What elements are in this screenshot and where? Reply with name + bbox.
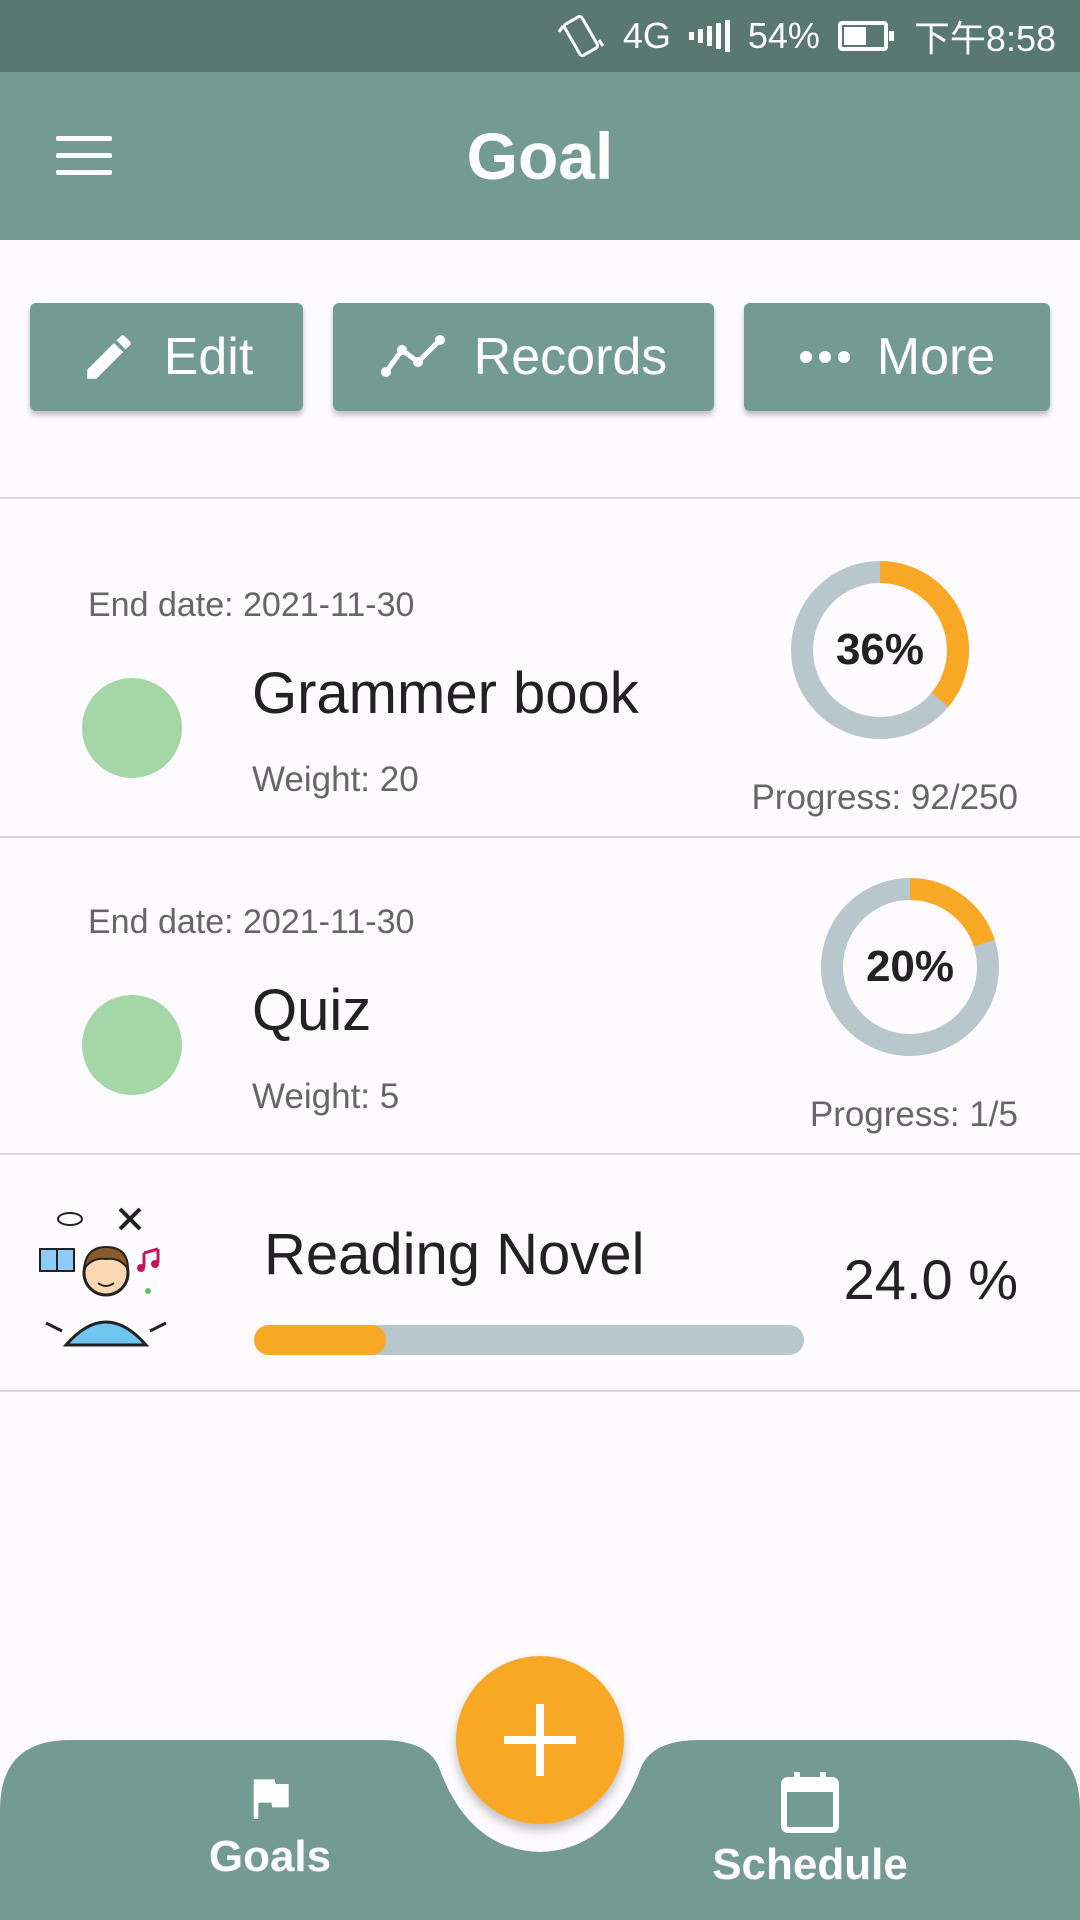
- more-label: More: [876, 328, 996, 386]
- clock: 下午8:58: [913, 18, 1056, 59]
- menu-icon[interactable]: [56, 136, 112, 176]
- battery-icon: [837, 21, 894, 51]
- edit-label: Edit: [163, 328, 254, 386]
- person-hobbies-illustration: [39, 1207, 167, 1347]
- app-bar: Goal: [0, 72, 1080, 240]
- divider: [0, 497, 1080, 499]
- action-bar: Edit Records More: [0, 303, 1080, 411]
- goal-name: Quiz: [252, 978, 372, 1043]
- signal-icon: [688, 20, 730, 52]
- progress-count: Progress: 92/250: [751, 778, 1018, 817]
- progress-bar: [254, 1325, 804, 1355]
- more-dots-icon: [799, 351, 850, 363]
- status-bar: 4G 54% 下午8:58: [0, 0, 1080, 72]
- edit-button[interactable]: Edit: [30, 303, 303, 411]
- goal-color-dot: [82, 678, 182, 778]
- page-title: Goal: [466, 119, 614, 193]
- end-date: End date: 2021-11-30: [88, 903, 415, 941]
- goal-item-quiz[interactable]: End date: 2021-11-30 Quiz Weight: 5 20% …: [0, 837, 1080, 1153]
- goal-color-dot: [82, 995, 182, 1095]
- goal-item-reading-novel[interactable]: Reading Novel 24.0 %: [0, 1155, 1080, 1390]
- progress-percent: 36%: [835, 625, 925, 674]
- battery-percent: 54%: [747, 15, 820, 56]
- records-label: Records: [473, 328, 668, 386]
- add-goal-button[interactable]: [456, 1656, 624, 1824]
- records-button[interactable]: Records: [333, 303, 714, 411]
- line-chart-icon: [380, 335, 445, 377]
- vibrate-icon: [557, 12, 605, 60]
- nav-goals[interactable]: Goals: [120, 1770, 420, 1910]
- end-date: End date: 2021-11-30: [88, 586, 415, 624]
- calendar-icon: [781, 1772, 839, 1833]
- progress-percent: 20%: [865, 942, 955, 991]
- network-type: 4G: [622, 15, 671, 56]
- goal-item-grammer-book[interactable]: End date: 2021-11-30 Grammer book Weight…: [0, 520, 1080, 836]
- more-button[interactable]: More: [744, 303, 1050, 411]
- progress-count: Progress: 1/5: [809, 1095, 1018, 1134]
- goal-name: Reading Novel: [264, 1222, 645, 1287]
- nav-schedule-label: Schedule: [712, 1840, 908, 1889]
- pencil-icon: [86, 335, 131, 379]
- goal-name: Grammer book: [252, 661, 639, 726]
- plus-icon: [504, 1704, 576, 1776]
- flag-icon: [253, 1779, 289, 1819]
- divider: [0, 1390, 1080, 1392]
- goal-weight: Weight: 5: [252, 1077, 400, 1116]
- progress-percent: 24.0 %: [843, 1248, 1018, 1311]
- goal-weight: Weight: 20: [252, 760, 419, 799]
- progress-bar-fill: [254, 1325, 386, 1355]
- nav-goals-label: Goals: [208, 1832, 332, 1881]
- nav-schedule[interactable]: Schedule: [660, 1770, 960, 1910]
